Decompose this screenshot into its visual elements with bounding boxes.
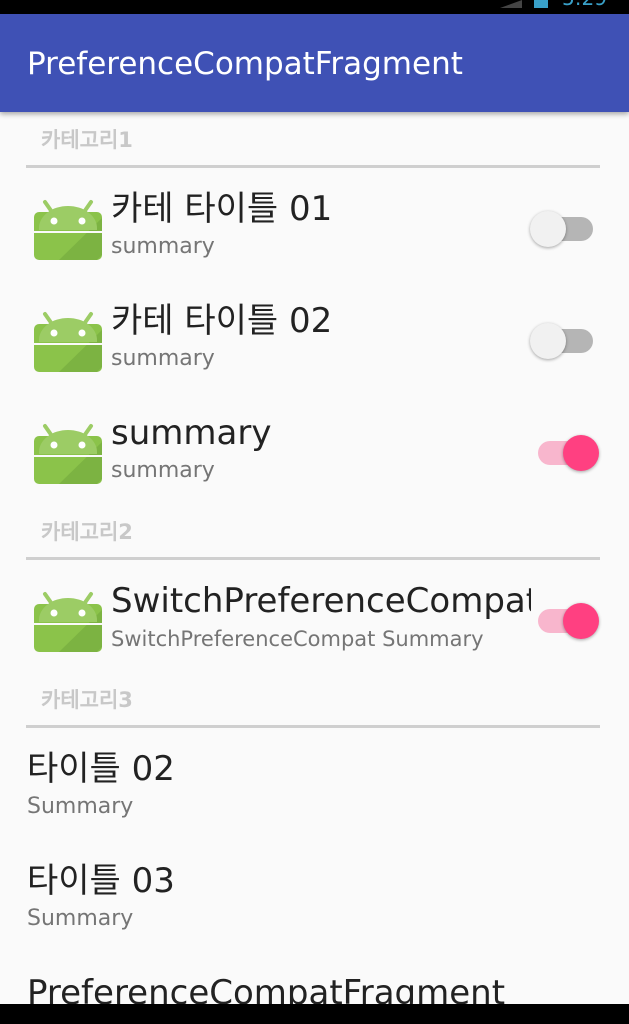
- preference-switch-3[interactable]: [530, 430, 602, 471]
- category-header-3: 카테고리3: [0, 672, 629, 728]
- category-label: 카테고리3: [41, 688, 133, 712]
- preference-item-6[interactable]: 타이틀 03 Summary: [0, 840, 629, 952]
- preference-title: 카테 타이틀 02: [111, 301, 333, 341]
- status-bar: 5:29: [0, 0, 629, 14]
- preference-texts: SwitchPreferenceCompat SwitchPreferenceC…: [111, 578, 531, 654]
- preference-title: summary: [111, 413, 272, 453]
- preference-summary: summary: [111, 458, 215, 483]
- preference-list[interactable]: 카테고리1 카테 타이틀 01 summary 카테 타이틀 02 summar…: [0, 112, 629, 1013]
- preference-title: SwitchPreferenceCompat: [111, 581, 531, 621]
- preference-texts: summary summary: [111, 410, 531, 486]
- page-title: PreferenceCompatFragment: [27, 46, 463, 82]
- preference-item-3[interactable]: summary summary: [0, 392, 629, 504]
- switch-thumb: [530, 323, 566, 359]
- preference-item-4[interactable]: SwitchPreferenceCompat SwitchPreferenceC…: [0, 560, 629, 672]
- preference-title: 타이틀 02: [27, 749, 175, 789]
- android-icon: [34, 592, 102, 652]
- preference-summary: Summary: [27, 794, 134, 819]
- navigation-bar: [0, 1004, 629, 1024]
- switch-thumb: [563, 435, 599, 471]
- preference-texts: 카테 타이틀 02 summary: [111, 298, 531, 374]
- android-icon: [34, 312, 102, 372]
- preference-switch-4[interactable]: [530, 598, 602, 639]
- preference-summary: Summary: [27, 906, 134, 931]
- preference-switch-2[interactable]: [530, 318, 602, 359]
- preference-texts: 타이틀 03 Summary: [27, 858, 607, 934]
- preference-switch-1[interactable]: [530, 206, 602, 247]
- category-label: 카테고리2: [41, 520, 133, 544]
- preference-title: 타이틀 03: [27, 861, 175, 901]
- app-bar: PreferenceCompatFragment: [0, 14, 629, 112]
- preference-item-2[interactable]: 카테 타이틀 02 summary: [0, 280, 629, 392]
- preference-title: 카테 타이틀 01: [111, 189, 333, 229]
- screen: 5:29 PreferenceCompatFragment 카테고리1 카테 타…: [0, 0, 629, 1024]
- status-clock: 5:29: [562, 0, 607, 8]
- battery-icon: [534, 0, 548, 8]
- preference-item-5[interactable]: 타이틀 02 Summary: [0, 728, 629, 840]
- android-icon: [34, 200, 102, 260]
- category-header-2: 카테고리2: [0, 504, 629, 560]
- switch-thumb: [563, 603, 599, 639]
- preference-summary: summary: [111, 234, 215, 259]
- preference-item-1[interactable]: 카테 타이틀 01 summary: [0, 168, 629, 280]
- category-label: 카테고리1: [41, 128, 133, 152]
- preference-summary: SwitchPreferenceCompat Summary: [111, 627, 484, 651]
- preference-texts: 카테 타이틀 01 summary: [111, 186, 531, 262]
- preference-summary: summary: [111, 346, 215, 371]
- switch-thumb: [530, 211, 566, 247]
- category-header-1: 카테고리1: [0, 112, 629, 168]
- preference-texts: 타이틀 02 Summary: [27, 746, 607, 822]
- android-icon: [34, 424, 102, 484]
- signal-icon: [500, 0, 522, 8]
